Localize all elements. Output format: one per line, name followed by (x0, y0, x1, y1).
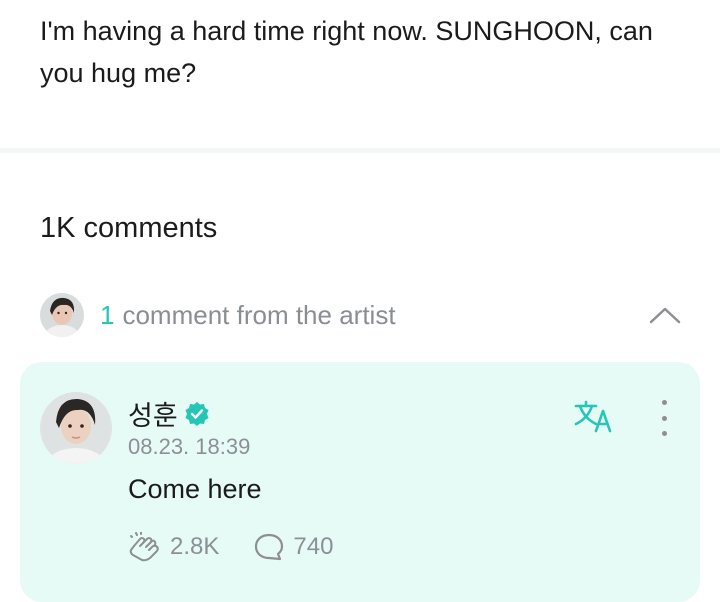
artist-comment-label: comment from the artist (122, 299, 396, 330)
translate-icon (574, 400, 612, 433)
comment-bubble-icon (255, 533, 284, 561)
artist-avatar-small (40, 293, 84, 337)
collapse-button[interactable] (648, 298, 682, 332)
like-button[interactable]: 2.8K (128, 532, 219, 562)
comment-timestamp: 08.23. 18:39 (128, 434, 251, 459)
chevron-up-icon (649, 307, 681, 324)
artist-avatar[interactable] (40, 392, 112, 464)
verified-badge-icon (185, 401, 209, 426)
more-options-button[interactable] (652, 400, 676, 436)
more-dot (661, 431, 667, 436)
artist-comments-summary: 1 comment from the artist (100, 300, 396, 331)
artist-comment-count: 1 (100, 299, 115, 330)
like-count: 2.8K (170, 533, 220, 560)
comment-actions: 2.8K 740 (128, 532, 367, 562)
artist-comment-card: 성훈 08.23. 18:39 Come here 2.8K 740 (20, 362, 700, 602)
comment-body: Come here (128, 474, 262, 504)
translate-button[interactable] (572, 400, 614, 434)
section-divider (0, 148, 720, 153)
more-dot (661, 400, 667, 405)
reply-button[interactable]: 740 (253, 532, 333, 562)
reply-count: 740 (293, 533, 334, 560)
comment-author[interactable]: 성훈 (128, 394, 178, 433)
post-text: I'm having a hard time right now. SUNGHO… (40, 16, 653, 88)
comment-author-row: 성훈 (128, 394, 210, 433)
like-hand-icon (129, 532, 159, 562)
more-dot (661, 415, 667, 421)
artist-comments-toggle[interactable]: 1 comment from the artist (40, 292, 690, 338)
comments-count: 1K comments (40, 212, 218, 244)
